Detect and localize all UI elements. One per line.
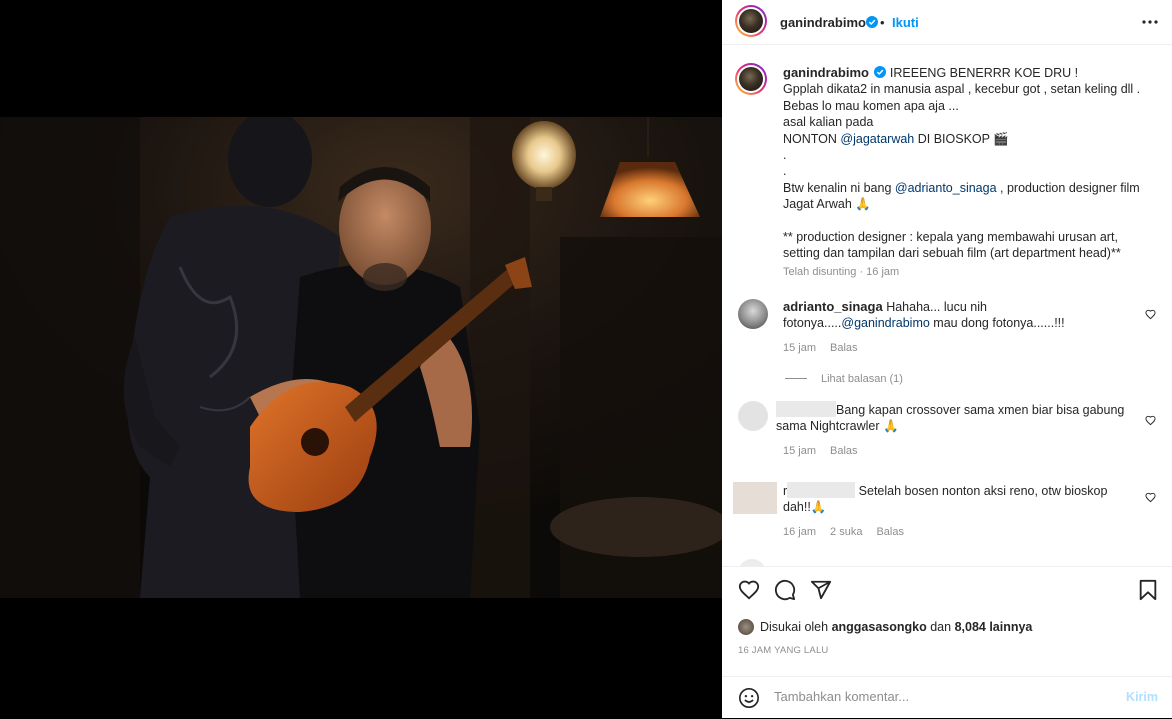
post-actions: Disukai oleh anggasasongko dan 8,084 lai… (722, 566, 1172, 677)
caption-line: asal kalian pada (783, 115, 874, 130)
view-replies-button[interactable]: Lihat balasan (1) (785, 373, 903, 385)
caption-line: Gpplah dikata2 in manusia aspal , kecebu… (783, 82, 1141, 97)
likes-count[interactable]: 8,084 lainnya (955, 620, 1033, 634)
liked-by: Disukai oleh anggasasongko dan 8,084 lai… (738, 619, 1032, 635)
caption-username[interactable]: ganindrabimo (783, 65, 869, 80)
reply-button[interactable]: Balas (830, 342, 858, 354)
caption-line: NONTON @jagatarwah DI BIOSKOP 🎬 (783, 131, 1009, 146)
header-separator: • (880, 15, 885, 30)
comment-time: 16 jam (783, 526, 817, 538)
author-username[interactable]: ganindrabimo (780, 15, 866, 30)
commenter-avatar-blurred[interactable] (733, 482, 777, 514)
mention-link[interactable]: @adrianto_sinaga (895, 181, 997, 195)
verified-badge-icon (874, 66, 887, 78)
smiley-icon[interactable] (738, 687, 760, 709)
reply-button[interactable]: Balas (830, 445, 858, 457)
liker-username[interactable]: anggasasongko (832, 620, 927, 634)
comment-time: 15 jam (783, 342, 817, 354)
comment-like-heart-icon[interactable] (1145, 309, 1156, 320)
follow-button[interactable]: Ikuti (892, 15, 919, 30)
caption-meta: Telah disunting · 16 jam (783, 266, 900, 279)
caption-line: . (783, 164, 787, 179)
caption-line: . (783, 148, 787, 163)
author-avatar[interactable] (735, 5, 767, 37)
add-comment-bar: Kirim (722, 676, 1172, 719)
post-side-panel: ganindrabimo • Ikuti ganindrabimo IREEEN… (722, 0, 1172, 718)
commenter-username[interactable]: adrianto_sinaga (783, 299, 883, 314)
comment-body: Bang kapan crossover sama xmen biar bisa… (776, 401, 1133, 459)
reply-button[interactable]: Balas (876, 526, 904, 538)
comments-section[interactable]: ganindrabimo IREEENG BENERRR KOE DRU ! G… (722, 51, 1172, 566)
post-caption: ganindrabimo IREEENG BENERRR KOE DRU ! G… (783, 65, 1155, 281)
comment-icon[interactable] (774, 579, 796, 601)
commenter-avatar[interactable] (738, 299, 768, 329)
caption-author-avatar[interactable] (735, 63, 767, 95)
send-icon[interactable] (810, 579, 832, 601)
next-comment-avatar-partial (738, 559, 766, 566)
send-comment-button[interactable]: Kirim (1126, 690, 1158, 704)
caption-line: ** production designer : kepala yang mem… (783, 229, 1121, 261)
mention-link[interactable]: @jagatarwah (840, 132, 914, 146)
post-photo[interactable] (0, 117, 722, 598)
comment-likes[interactable]: 2 suka (830, 526, 862, 538)
commenter-username-blurred[interactable] (787, 482, 856, 498)
more-horizontal-icon[interactable] (1142, 20, 1158, 24)
post-timestamp[interactable]: 16 JAM YANG LALU (738, 645, 829, 656)
caption-title: IREEENG BENERRR KOE DRU ! (889, 66, 1079, 80)
post-header: ganindrabimo • Ikuti (722, 0, 1172, 45)
comment-body: r Setelah bosen nonton aksi reno, otw bi… (783, 482, 1128, 540)
comment-like-heart-icon[interactable] (1145, 492, 1156, 503)
bookmark-icon[interactable] (1138, 579, 1158, 601)
verified-badge-icon (866, 16, 878, 28)
commenter-avatar-blurred[interactable] (738, 401, 768, 431)
post-photo-image (0, 117, 722, 598)
caption-line: Bebas lo mau komen apa aja ... (783, 98, 959, 113)
commenter-username-blurred[interactable] (776, 401, 836, 417)
caption-line: Btw kenalin ni bang @adrianto_sinaga , p… (783, 180, 1140, 212)
comment-like-heart-icon[interactable] (1145, 415, 1156, 426)
comment-time: 15 jam (783, 445, 817, 457)
heart-icon[interactable] (738, 579, 760, 601)
comment-input[interactable] (772, 688, 1076, 705)
liker-avatar[interactable] (738, 619, 754, 635)
mention-link[interactable]: @ganindrabimo (841, 316, 929, 330)
post-media-area (0, 0, 722, 718)
comment-body: adrianto_sinaga Hahaha... lucu nih foton… (783, 299, 1065, 354)
